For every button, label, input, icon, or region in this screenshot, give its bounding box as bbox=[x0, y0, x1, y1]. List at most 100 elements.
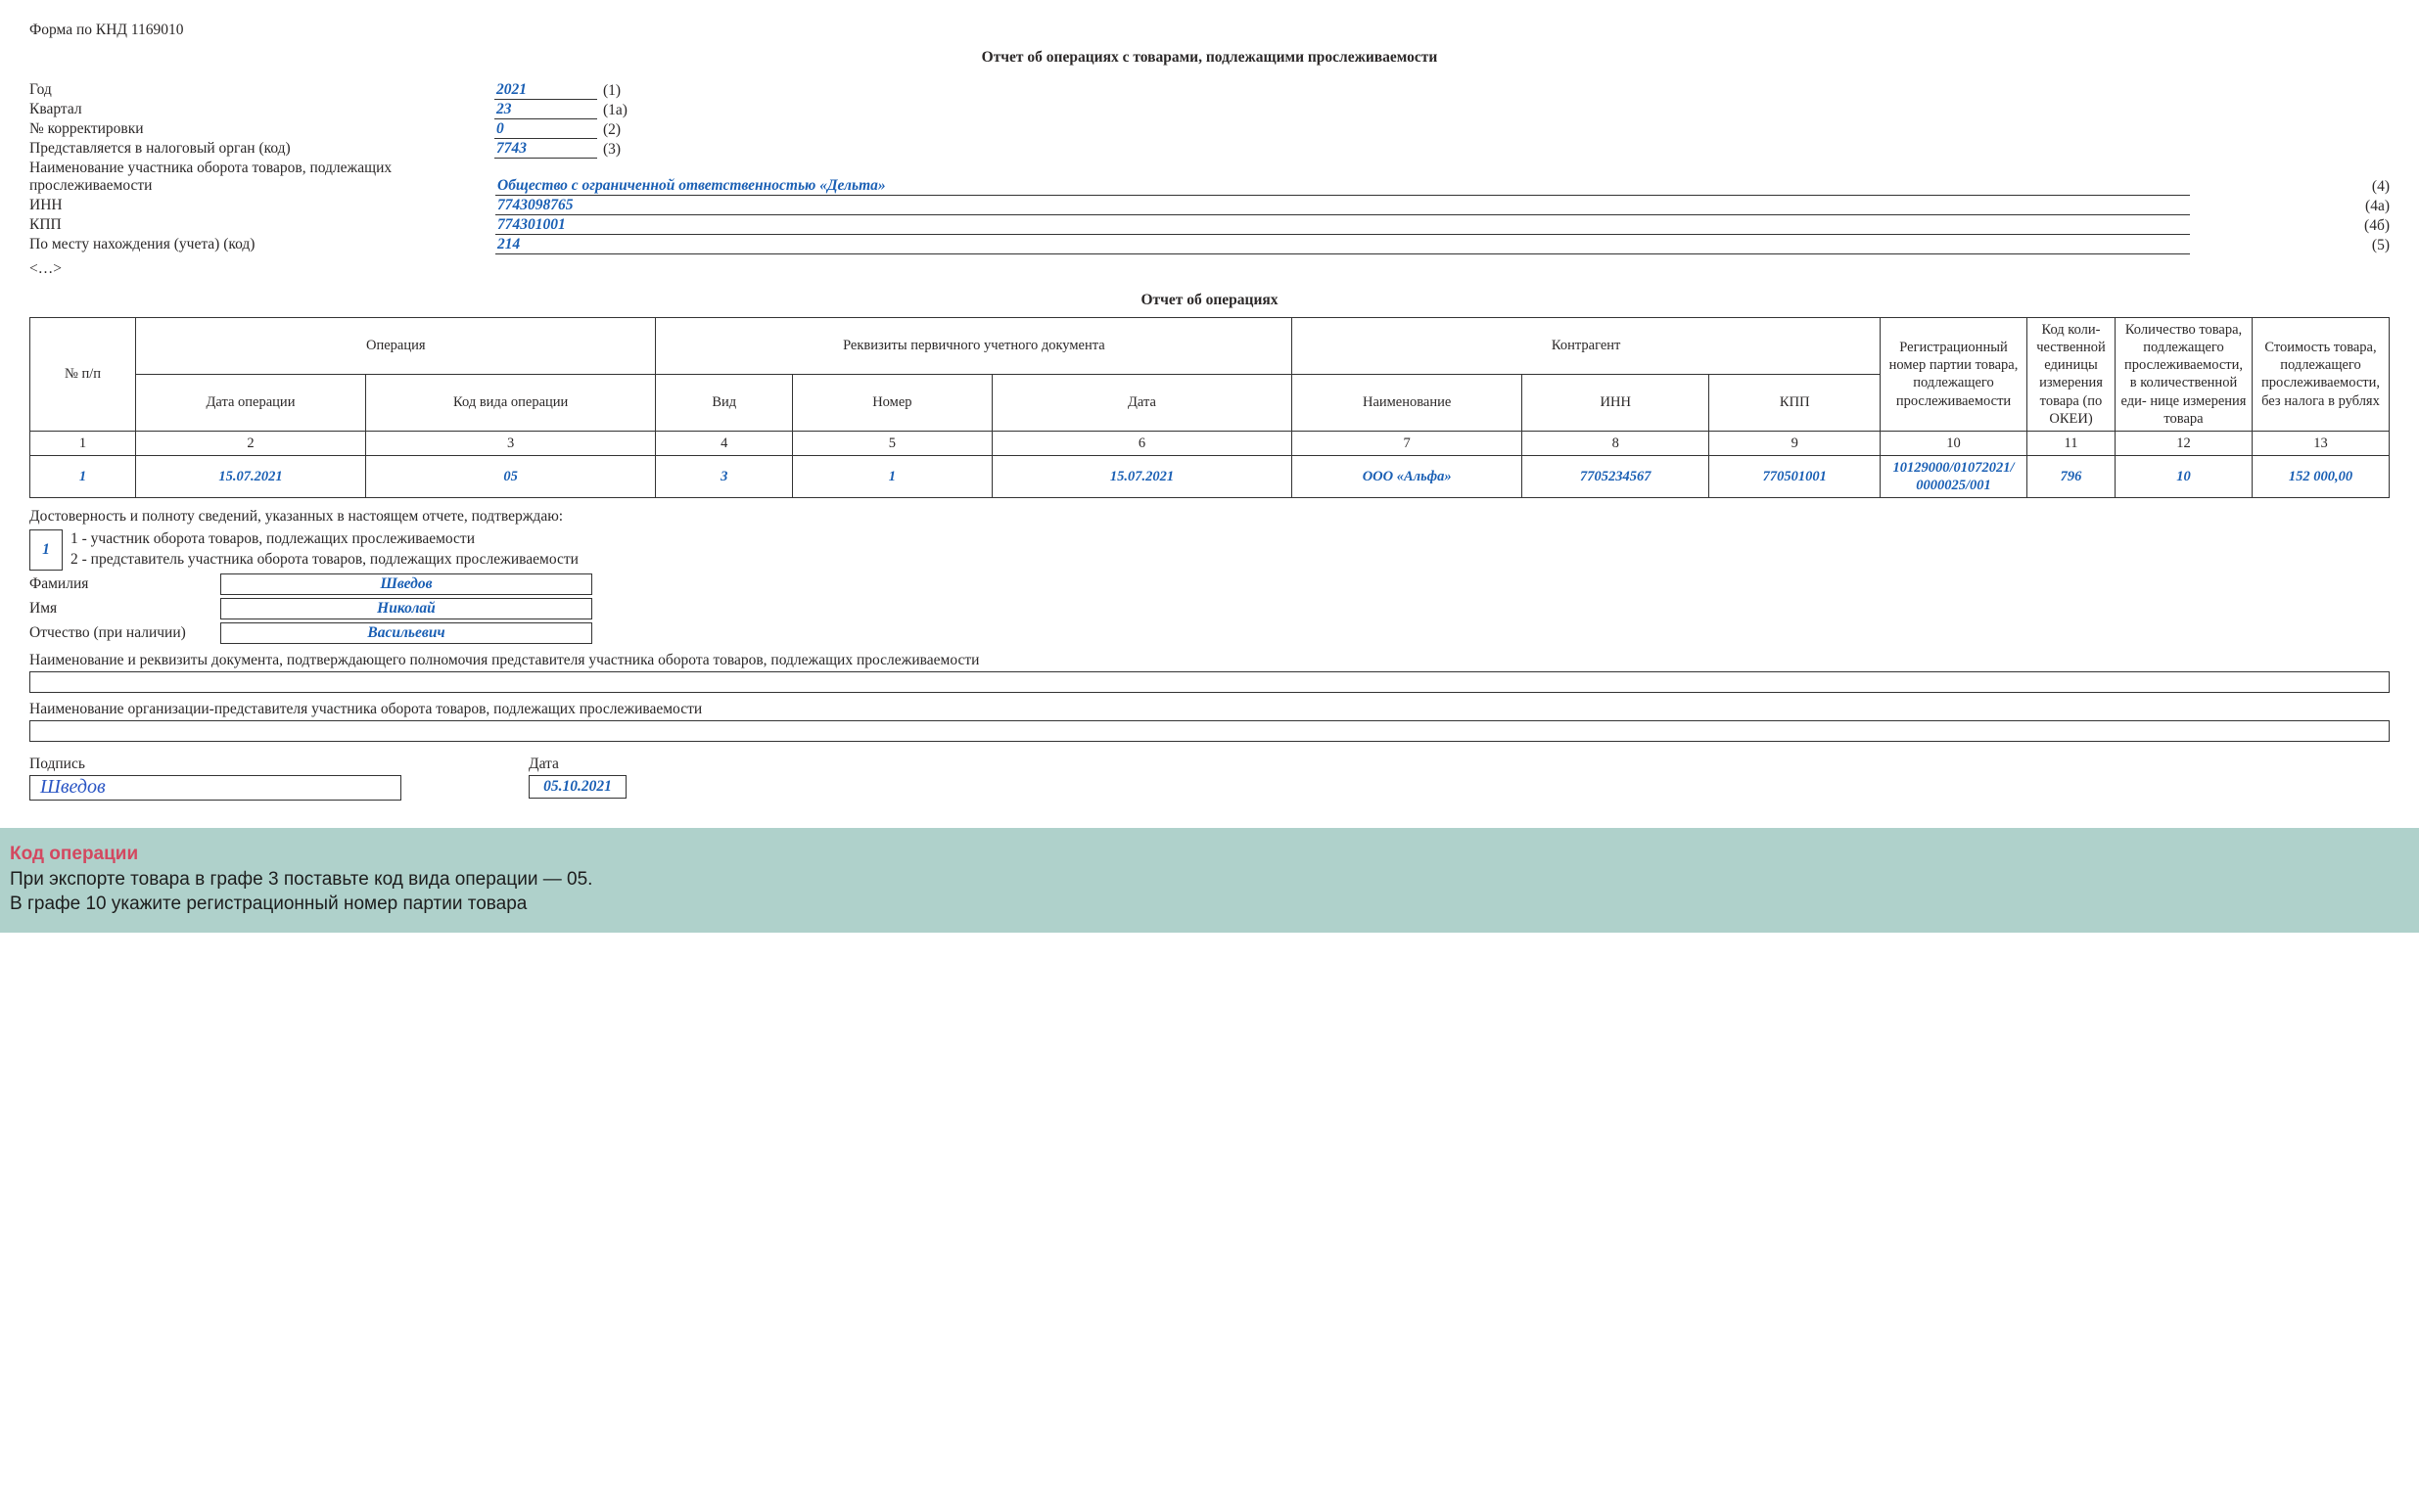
colnum: 5 bbox=[793, 431, 993, 455]
th-qty: Количество товара, подлежащего прослежив… bbox=[2116, 318, 2253, 432]
code-quarter: (1а) bbox=[603, 100, 652, 119]
rep-doc-label: Наименование и реквизиты документа, подт… bbox=[29, 652, 2390, 669]
value-taxorg: 7743 bbox=[494, 140, 597, 159]
rep-org-box bbox=[29, 720, 2390, 742]
th-pd-num: Номер bbox=[793, 374, 993, 431]
colnum: 12 bbox=[2116, 431, 2253, 455]
th-cp-inn: ИНН bbox=[1522, 374, 1709, 431]
operations-table: № п/п Операция Реквизиты первичного учет… bbox=[29, 317, 2390, 498]
label-kpp: КПП bbox=[29, 215, 494, 235]
cell-op-code: 05 bbox=[365, 455, 656, 497]
confirm-line: Достоверность и полноту сведений, указан… bbox=[29, 508, 2390, 526]
value-corr: 0 bbox=[494, 120, 597, 139]
header-fields: Год 2021 (1) Квартал 23 (1а) № корректир… bbox=[29, 80, 2390, 254]
cell-cp-inn: 7705234567 bbox=[1522, 455, 1709, 497]
label-year: Год bbox=[29, 80, 494, 100]
th-okei: Код коли- чественной единицы измерения т… bbox=[2027, 318, 2116, 432]
code-corr: (2) bbox=[603, 119, 652, 139]
th-op-code: Код вида операции bbox=[365, 374, 656, 431]
code-location: (5) bbox=[2347, 235, 2390, 254]
date-label: Дата bbox=[529, 756, 627, 773]
signature-label: Подпись bbox=[29, 756, 401, 773]
colnum: 6 bbox=[992, 431, 1292, 455]
th-regnum: Регистрационный номер партии товара, под… bbox=[1881, 318, 2027, 432]
lastname-label: Фамилия bbox=[29, 575, 220, 593]
truncated-marker: <…> bbox=[29, 260, 2390, 278]
lastname-value: Шведов bbox=[220, 573, 592, 595]
cell-npp: 1 bbox=[30, 455, 136, 497]
cell-pd-num: 1 bbox=[793, 455, 993, 497]
th-primary-doc: Реквизиты первичного учетного документа bbox=[656, 318, 1292, 375]
th-pd-date: Дата bbox=[992, 374, 1292, 431]
colnum: 3 bbox=[365, 431, 656, 455]
form-code: Форма по КНД 1169010 bbox=[29, 22, 2390, 39]
value-name: Общество с ограниченной ответственностью… bbox=[495, 177, 2190, 196]
colnum: 13 bbox=[2253, 431, 2390, 455]
colnum: 2 bbox=[136, 431, 366, 455]
code-taxorg: (3) bbox=[603, 139, 652, 159]
cell-qty: 10 bbox=[2116, 455, 2253, 497]
th-npp: № п/п bbox=[30, 318, 136, 432]
table-numrow: 1 2 3 4 5 6 7 8 9 10 11 12 13 bbox=[30, 431, 2390, 455]
signature-box: Шведов bbox=[29, 775, 401, 801]
colnum: 10 bbox=[1881, 431, 2027, 455]
cell-regnum: 10129000/01072021/ 0000025/001 bbox=[1881, 455, 2027, 497]
signer-row: 1 1 - участник оборота товаров, подлежащ… bbox=[29, 529, 2390, 571]
firstname-label: Имя bbox=[29, 600, 220, 618]
rep-org-label: Наименование организации-представителя у… bbox=[29, 701, 2390, 718]
page: Форма по КНД 1169010 Отчет об операциях … bbox=[0, 0, 2419, 933]
caption-block: Код операции При экспорте товара в графе… bbox=[0, 828, 2419, 933]
signer-opt1: 1 - участник оборота товаров, подлежащих… bbox=[70, 529, 579, 550]
table-row: 1 15.07.2021 05 3 1 15.07.2021 ООО «Альф… bbox=[30, 455, 2390, 497]
rep-doc-box bbox=[29, 671, 2390, 693]
colnum: 4 bbox=[656, 431, 793, 455]
th-counterparty: Контрагент bbox=[1292, 318, 1881, 375]
th-operation: Операция bbox=[136, 318, 656, 375]
section-title: Отчет об операциях bbox=[29, 292, 2390, 309]
value-location: 214 bbox=[495, 236, 2190, 254]
colnum: 7 bbox=[1292, 431, 1522, 455]
signer-code: 1 bbox=[29, 529, 63, 571]
th-date-op: Дата операции bbox=[136, 374, 366, 431]
value-inn: 7743098765 bbox=[495, 197, 2190, 215]
label-inn: ИНН bbox=[29, 196, 494, 215]
signer-opt2: 2 - представитель участника оборота това… bbox=[70, 550, 579, 571]
value-year: 2021 bbox=[494, 81, 597, 100]
cell-okei: 796 bbox=[2027, 455, 2116, 497]
code-inn: (4а) bbox=[2347, 196, 2390, 215]
firstname-value: Николай bbox=[220, 598, 592, 619]
cell-pd-type: 3 bbox=[656, 455, 793, 497]
patronymic-value: Васильевич bbox=[220, 622, 592, 644]
form-document: Форма по КНД 1169010 Отчет об операциях … bbox=[0, 0, 2419, 828]
cell-cp-kpp: 770501001 bbox=[1709, 455, 1881, 497]
caption-line1: При экспорте товара в графе 3 поставьте … bbox=[10, 867, 2409, 893]
label-location: По месту нахождения (учета) (код) bbox=[29, 235, 494, 254]
code-year: (1) bbox=[603, 80, 652, 100]
cell-cost: 152 000,00 bbox=[2253, 455, 2390, 497]
colnum: 9 bbox=[1709, 431, 1881, 455]
value-quarter: 23 bbox=[494, 101, 597, 119]
caption-line2: В графе 10 укажите регистрационный номер… bbox=[10, 892, 2409, 917]
cell-date-op: 15.07.2021 bbox=[136, 455, 366, 497]
caption-title: Код операции bbox=[10, 842, 2409, 867]
label-quarter: Квартал bbox=[29, 100, 494, 119]
th-cp-kpp: КПП bbox=[1709, 374, 1881, 431]
code-name: (4) bbox=[2347, 159, 2390, 196]
value-kpp: 774301001 bbox=[495, 216, 2190, 235]
label-name: Наименование участника оборота товаров, … bbox=[29, 159, 494, 196]
report-title: Отчет об операциях с товарами, подлежащи… bbox=[29, 49, 2390, 67]
th-cp-name: Наименование bbox=[1292, 374, 1522, 431]
patronymic-label: Отчество (при наличии) bbox=[29, 624, 220, 642]
signer-options: 1 - участник оборота товаров, подлежащих… bbox=[70, 529, 579, 571]
label-taxorg: Представляется в налоговый орган (код) bbox=[29, 139, 494, 159]
label-corr: № корректировки bbox=[29, 119, 494, 139]
signature-script: Шведов bbox=[40, 776, 106, 799]
colnum: 8 bbox=[1522, 431, 1709, 455]
cell-cp-name: ООО «Альфа» bbox=[1292, 455, 1522, 497]
th-pd-type: Вид bbox=[656, 374, 793, 431]
colnum: 11 bbox=[2027, 431, 2116, 455]
code-kpp: (4б) bbox=[2347, 215, 2390, 235]
th-cost: Стоимость товара, подлежащего прослежива… bbox=[2253, 318, 2390, 432]
cell-pd-date: 15.07.2021 bbox=[992, 455, 1292, 497]
colnum: 1 bbox=[30, 431, 136, 455]
